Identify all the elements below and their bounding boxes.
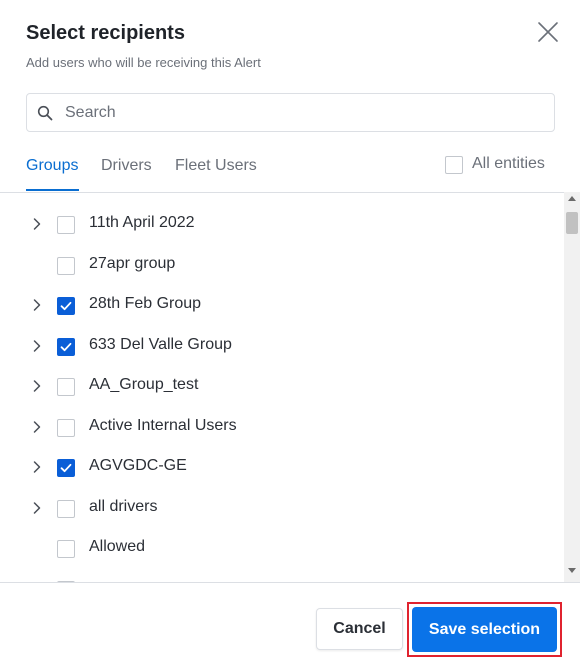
check-icon — [60, 342, 72, 351]
list-item[interactable]: Active Internal Users — [0, 407, 564, 447]
list-scrollbar[interactable] — [564, 192, 580, 582]
group-label: AA_Group_test — [89, 376, 199, 393]
search-input[interactable] — [65, 94, 545, 131]
all-entities-checkbox[interactable] — [445, 156, 463, 174]
scroll-up-arrow[interactable] — [568, 196, 576, 201]
chevron-right-icon[interactable] — [30, 460, 44, 474]
dialog-footer: Cancel Save selection — [0, 582, 580, 670]
scroll-thumb[interactable] — [566, 212, 578, 234]
chevron-right-icon[interactable] — [30, 298, 44, 312]
tab-drivers[interactable]: Drivers — [101, 157, 152, 175]
check-icon — [60, 301, 72, 311]
tab-groups[interactable]: Groups — [26, 157, 78, 175]
group-checkbox[interactable] — [57, 216, 75, 234]
group-list: 11th April 2022 27apr group 28th Feb Group… — [0, 192, 564, 582]
tab-bar: Groups Drivers Fleet Users All entities — [0, 145, 580, 193]
list-item[interactable]: all drivers — [0, 488, 564, 528]
save-selection-button[interactable]: Save selection — [412, 607, 557, 652]
chevron-right-icon[interactable] — [30, 420, 44, 434]
group-label: 28th Feb Group — [89, 295, 202, 312]
list-item[interactable]: AGVGDC-GE — [0, 447, 564, 487]
group-label: 633 Del Valle Group — [89, 335, 232, 353]
group-label: 27apr group — [89, 254, 176, 272]
all-entities-label: All entities — [472, 155, 545, 172]
dialog-subtitle: Add users who will be receiving this Ale… — [26, 55, 261, 70]
chevron-right-icon[interactable] — [30, 217, 44, 231]
tab-fleet-users[interactable]: Fleet Users — [175, 157, 257, 175]
group-label: all drivers — [89, 497, 158, 515]
group-checkbox[interactable] — [57, 337, 75, 356]
search-box — [26, 93, 555, 132]
group-checkbox[interactable] — [57, 297, 75, 315]
list-item[interactable]: 633 Del Valle Group — [0, 326, 564, 366]
group-label: Active Internal Users — [89, 416, 237, 434]
close-icon[interactable] — [536, 20, 560, 44]
list-item[interactable] — [0, 569, 564, 582]
chevron-right-icon[interactable] — [30, 339, 44, 353]
select-recipients-dialog: Select recipients Add users who will be … — [0, 0, 580, 670]
dialog-title: Select recipients — [26, 22, 185, 44]
group-checkbox[interactable] — [57, 540, 75, 558]
list-item[interactable]: 27apr group — [0, 245, 564, 285]
chevron-right-icon[interactable] — [30, 379, 44, 393]
active-tab-indicator — [26, 189, 79, 191]
group-label: AGVGDC-GE — [89, 457, 187, 474]
scroll-down-arrow[interactable] — [568, 568, 576, 573]
list-item[interactable]: Allowed — [0, 528, 564, 568]
group-checkbox[interactable] — [57, 256, 75, 275]
list-item[interactable]: 28th Feb Group — [0, 285, 564, 325]
group-checkbox[interactable] — [57, 499, 75, 518]
search-icon — [37, 105, 53, 121]
group-checkbox[interactable] — [57, 418, 75, 437]
list-item[interactable]: AA_Group_test — [0, 366, 564, 406]
group-checkbox[interactable] — [57, 459, 75, 477]
group-label: Allowed — [89, 538, 146, 555]
chevron-right-icon[interactable] — [30, 501, 44, 515]
group-label: 11th April 2022 — [89, 214, 195, 231]
cancel-button[interactable]: Cancel — [316, 608, 403, 650]
check-icon — [60, 463, 72, 473]
group-checkbox[interactable] — [57, 378, 75, 396]
list-item[interactable]: 11th April 2022 — [0, 204, 564, 244]
